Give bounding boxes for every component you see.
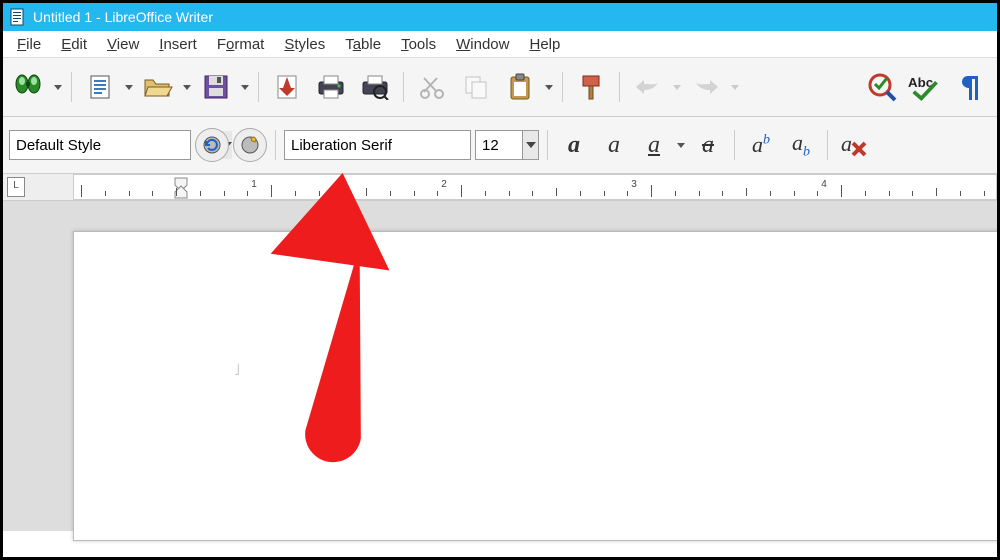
subscript-button[interactable]: ab: [783, 127, 819, 163]
new-document-dropdown[interactable]: [124, 85, 134, 90]
standard-toolbar: Abc: [3, 58, 997, 117]
ruler-number: 3: [631, 179, 637, 190]
find-replace-dropdown[interactable]: [53, 85, 63, 90]
bold-button[interactable]: a: [556, 127, 592, 163]
separator: [258, 72, 259, 102]
document-page[interactable]: ˩: [73, 231, 1000, 541]
menu-bar: File Edit View Insert Format Styles Tabl…: [3, 31, 997, 58]
paragraph-style-input[interactable]: [10, 131, 221, 159]
font-size-arrow[interactable]: [522, 131, 538, 159]
save-document-button[interactable]: [196, 67, 236, 107]
redo-dropdown[interactable]: [730, 85, 740, 90]
menu-help[interactable]: Help: [519, 34, 570, 55]
separator: [547, 130, 548, 160]
font-size-combo[interactable]: [475, 130, 539, 160]
print-preview-button[interactable]: [355, 67, 395, 107]
undo-button[interactable]: [628, 67, 668, 107]
separator: [827, 130, 828, 160]
ruler-number: 1: [251, 179, 257, 190]
menu-styles[interactable]: Styles: [274, 34, 335, 55]
italic-button[interactable]: a: [596, 127, 632, 163]
menu-insert[interactable]: Insert: [149, 34, 207, 55]
ruler-area: L 1 2 3 4: [3, 174, 997, 201]
cut-button[interactable]: [412, 67, 452, 107]
font-name-input[interactable]: [285, 131, 496, 159]
save-document-dropdown[interactable]: [240, 85, 250, 90]
redo-button[interactable]: [686, 67, 726, 107]
horizontal-ruler[interactable]: 1 2 3 4: [73, 174, 997, 200]
menu-edit[interactable]: Edit: [51, 34, 97, 55]
font-name-combo[interactable]: [284, 130, 471, 160]
document-icon: [9, 8, 27, 26]
margin-corner-mark: ˩: [234, 362, 240, 380]
window-title: Untitled 1 - LibreOffice Writer: [33, 9, 213, 25]
ruler-corner[interactable]: L: [7, 177, 25, 197]
copy-button[interactable]: [456, 67, 496, 107]
menu-view[interactable]: View: [97, 34, 149, 55]
paragraph-style-combo[interactable]: [9, 130, 191, 160]
separator: [562, 72, 563, 102]
print-button[interactable]: [311, 67, 351, 107]
formatting-toolbar: a a a a ab ab a: [3, 117, 997, 174]
menu-file[interactable]: File: [7, 34, 51, 55]
clear-formatting-button[interactable]: a: [836, 127, 872, 163]
svg-text:a: a: [841, 131, 852, 156]
open-document-button[interactable]: [138, 67, 178, 107]
menu-window[interactable]: Window: [446, 34, 519, 55]
underline-button[interactable]: a: [636, 127, 672, 163]
separator: [71, 72, 72, 102]
undo-dropdown[interactable]: [672, 85, 682, 90]
new-style-button[interactable]: [233, 128, 267, 162]
app-window: Untitled 1 - LibreOffice Writer File Edi…: [0, 0, 1000, 560]
export-pdf-button[interactable]: [267, 67, 307, 107]
superscript-button[interactable]: ab: [743, 127, 779, 163]
strikethrough-button[interactable]: a: [690, 127, 726, 163]
formatting-marks-button[interactable]: [951, 67, 991, 107]
separator: [619, 72, 620, 102]
separator: [403, 72, 404, 102]
update-style-button[interactable]: [195, 128, 229, 162]
menu-format[interactable]: Format: [207, 34, 275, 55]
separator: [734, 130, 735, 160]
document-canvas: ˩: [3, 201, 997, 531]
ruler-number: 2: [441, 179, 447, 190]
spellcheck-button[interactable]: [863, 67, 903, 107]
new-document-button[interactable]: [80, 67, 120, 107]
paste-button[interactable]: [500, 67, 540, 107]
font-size-input[interactable]: [476, 131, 522, 159]
open-document-dropdown[interactable]: [182, 85, 192, 90]
underline-dropdown[interactable]: [676, 143, 686, 148]
ruler-number: 4: [821, 179, 827, 190]
find-replace-button[interactable]: [9, 67, 49, 107]
paste-dropdown[interactable]: [544, 85, 554, 90]
auto-spellcheck-button[interactable]: Abc: [907, 67, 947, 107]
clone-formatting-button[interactable]: [571, 67, 611, 107]
title-bar: Untitled 1 - LibreOffice Writer: [3, 3, 997, 31]
separator: [275, 130, 276, 160]
menu-table[interactable]: Table: [335, 34, 391, 55]
menu-tools[interactable]: Tools: [391, 34, 446, 55]
